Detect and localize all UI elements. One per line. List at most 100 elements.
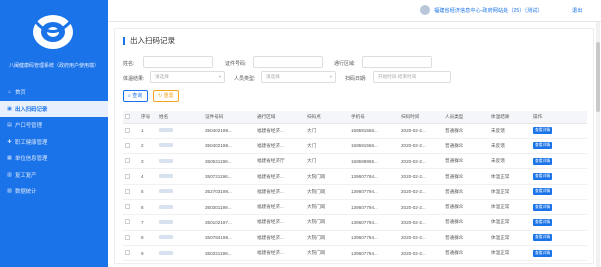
sidebar-item-id-card[interactable]: ▤ 户口号管理 [0, 117, 108, 134]
row-area: 福建省经济... [255, 245, 305, 262]
row-area: 福建省经济... [255, 199, 305, 216]
view-details-button[interactable]: 查看详情 [533, 234, 553, 242]
row-no: 9 [139, 245, 157, 262]
sidebar-item-label: 首页 [15, 90, 26, 97]
page-scrollbar-thumb[interactable] [596, 42, 600, 112]
row-idno: 350521198... [203, 153, 255, 170]
redacted-name [159, 128, 173, 133]
row-scan-point: 大院门岗 [305, 199, 349, 216]
row-name [157, 184, 203, 200]
scan-date-label: 扫码日期: [345, 76, 367, 82]
sidebar-item-home[interactable]: ⌂ 首页 [0, 84, 108, 101]
row-checkbox[interactable] [125, 219, 130, 225]
view-details-button[interactable]: 查看详情 [533, 218, 553, 226]
row-checkbox[interactable] [125, 204, 130, 210]
scan-date-range-input[interactable]: 开始时间-结束时间 [373, 71, 451, 83]
row-person-type: 普通群众 [443, 245, 489, 262]
col-header-idno: 证件号码 [203, 111, 255, 124]
top-header: 福建省经济信息中心-政府网站处（25）（测试） 退出 [108, 0, 601, 22]
scan-date-placeholder: 开始时间-结束时间 [378, 74, 417, 79]
health-icon: ✚ [7, 138, 12, 145]
table-row[interactable]: 9 350321199... 福建省经济... 大院门岗 139607794... 202… [123, 245, 587, 262]
row-action: 查看详情 [531, 230, 587, 246]
view-details-button[interactable]: 查看详情 [533, 188, 553, 196]
row-name [157, 138, 203, 155]
redacted-name [159, 143, 173, 148]
sidebar-item-label: 职工健康管理 [15, 139, 48, 146]
row-person-type: 普通群众 [443, 168, 489, 185]
idno-input[interactable] [253, 56, 323, 68]
select-all-checkbox[interactable] [125, 113, 130, 119]
user-account-label[interactable]: 福建省经济信息中心-政府网站处（25）（测试） [434, 7, 543, 14]
avatar[interactable] [420, 5, 430, 15]
row-name [157, 245, 203, 262]
row-checkbox[interactable] [125, 250, 130, 256]
row-checkbox[interactable] [125, 127, 130, 133]
view-details-button[interactable]: 查看详情 [533, 142, 553, 150]
sidebar-item-health[interactable]: ✚ 职工健康管理 [0, 134, 108, 151]
col-header-person-type: 人员类型 [443, 111, 489, 124]
sidebar-item-label: 复工复产 [15, 172, 37, 179]
row-checkbox[interactable] [125, 188, 130, 194]
row-checkbox[interactable] [125, 173, 130, 179]
row-scan-time: 2020-02-2... [399, 245, 443, 262]
row-scan-point: 大院门岗 [305, 168, 349, 185]
row-scan-time: 2020-02-2... [399, 199, 443, 216]
row-name [157, 199, 203, 216]
temp-result-placeholder: 请选择 [155, 74, 169, 79]
row-idno: 350402198... [203, 123, 255, 139]
row-checkbox[interactable] [125, 234, 130, 240]
table-row[interactable]: 2 350402198... 福建省经济... 大门 159591556... 2020-… [123, 138, 587, 155]
row-action: 查看详情 [531, 199, 587, 216]
view-details-button[interactable]: 查看详情 [533, 157, 553, 165]
table-row[interactable]: 3 350521198... 福建省经济厅 大门 159599965... 2020-02… [123, 153, 587, 170]
table-row[interactable]: 6 350301199... 福建省经济... 大院门岗 139607794... 202… [123, 199, 587, 216]
query-button[interactable]: ⌕ 查询 [123, 90, 148, 102]
row-area: 福建省经济... [255, 168, 305, 185]
col-header-time: 扫码时间 [399, 111, 443, 124]
table-row[interactable]: 7 350102197... 福建省经济... 大院门岗 139607794... 202… [123, 214, 587, 231]
main-panel: 出入扫码记录 姓名: 证件号码: 通行区域: 体温结果: 请选择 ▾ 人员类型: … [114, 28, 594, 264]
row-select-cell [123, 199, 139, 216]
row-person-type: 普通群众 [443, 184, 489, 200]
table-row[interactable]: 8 350784198... 福建省经济... 大院门岗 139607794... 202… [123, 230, 587, 246]
sidebar-item-report[interactable]: ▧ 数据统计 [0, 183, 108, 200]
row-area: 福建省经济... [255, 214, 305, 231]
name-input[interactable] [143, 56, 213, 68]
sidebar-item-company[interactable]: ▦ 单位信息管理 [0, 150, 108, 167]
view-details-button[interactable]: 查看详情 [533, 127, 553, 135]
row-area: 福建省经济... [255, 184, 305, 200]
view-details-button[interactable]: 查看详情 [533, 203, 553, 211]
row-scan-point: 大门 [305, 153, 349, 170]
logout-link[interactable]: 退出 [572, 7, 582, 14]
row-idno: 350402198... [203, 138, 255, 155]
row-checkbox[interactable] [125, 158, 130, 164]
search-icon: ⌕ [128, 93, 131, 99]
page-scrollbar[interactable] [596, 22, 600, 267]
person-type-select[interactable]: 请选择 ▾ [261, 71, 336, 83]
row-action: 查看详情 [531, 153, 587, 170]
sidebar-item-qrcode[interactable]: ▣ 出入扫码记录 [0, 100, 108, 117]
row-phone: 139607794... [349, 184, 399, 200]
view-details-button[interactable]: 查看详情 [533, 249, 553, 257]
table-header-row: 序号 姓名 证件号码 通行区域 扫码点 手机号 扫码时间 人员类型 体温结果 操… [123, 111, 587, 124]
row-no: 6 [139, 199, 157, 216]
row-phone: 139607794... [349, 230, 399, 246]
table-row[interactable]: 5 352703198... 福建省经济... 大院门岗 139607794... 202… [123, 184, 587, 200]
table-row[interactable]: 1 350402198... 福建省经济... 大门 159591556... 2020-… [123, 123, 587, 139]
sidebar-item-resume-work[interactable]: ▥ 复工复产 [0, 167, 108, 184]
report-icon: ▧ [7, 188, 12, 195]
row-checkbox[interactable] [125, 142, 130, 148]
reset-button[interactable]: ↻ 重置 [153, 90, 179, 102]
row-temp-result: 未反馈 [489, 138, 531, 155]
row-person-type: 普通群众 [443, 123, 489, 139]
temp-result-select[interactable]: 请选择 ▾ [150, 71, 225, 83]
area-input[interactable] [362, 56, 432, 68]
view-details-button[interactable]: 查看详情 [533, 173, 553, 181]
row-scan-time: 2020-02-2... [399, 138, 443, 155]
row-phone: 139607794... [349, 245, 399, 262]
table-row[interactable]: 4 350721198... 福建省经济... 大院门岗 139607794... 202… [123, 168, 587, 185]
row-temp-result: 体温正常 [489, 245, 531, 262]
col-header-action: 操作 [531, 111, 587, 124]
row-name [157, 153, 203, 170]
